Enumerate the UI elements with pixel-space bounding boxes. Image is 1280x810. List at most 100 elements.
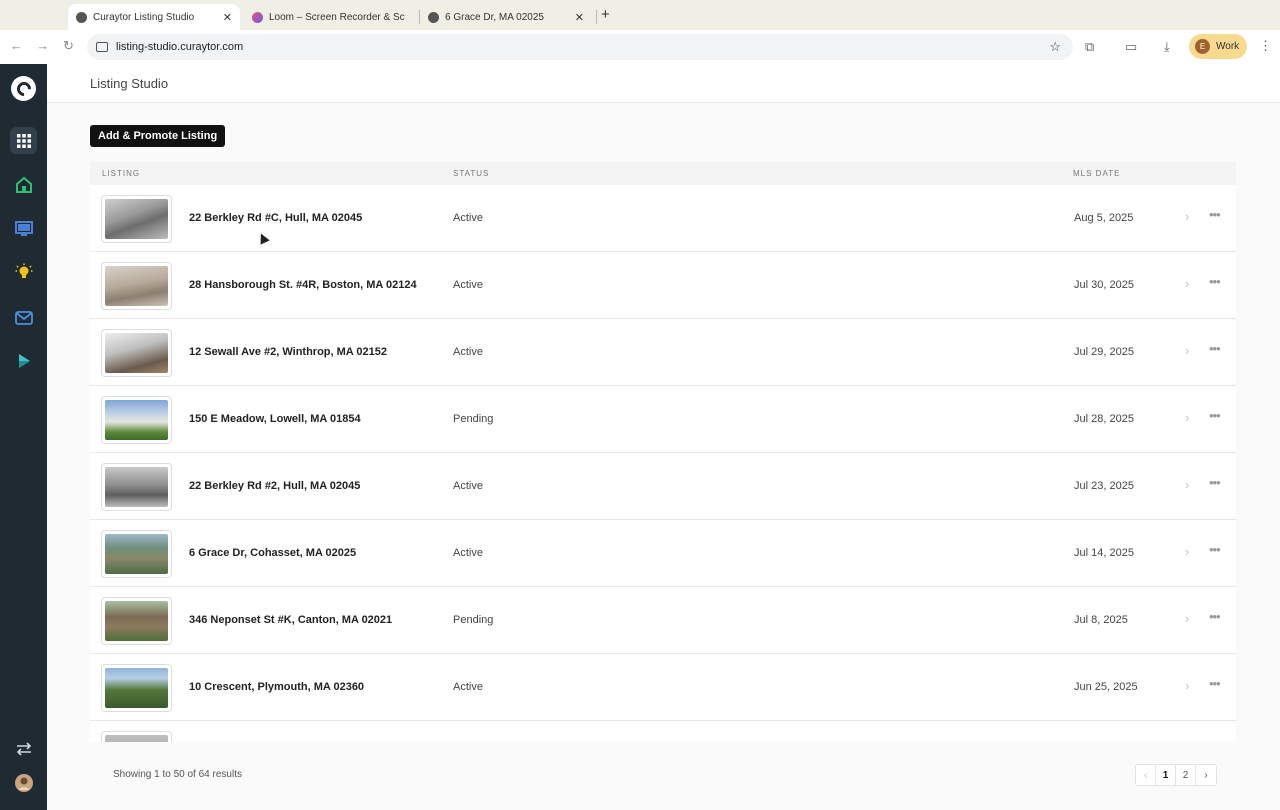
listing-mls-date: Jul 14, 2025 [1074, 547, 1134, 559]
new-tab-button[interactable]: + [601, 6, 610, 23]
listing-thumbnail[interactable] [101, 463, 172, 511]
listing-mls-date: Aug 5, 2025 [1074, 212, 1134, 224]
url-text[interactable]: listing-studio.curaytor.com [116, 41, 243, 53]
listing-status: Pending [453, 413, 494, 425]
tab-title: Curaytor Listing Studio [93, 11, 195, 23]
listing-address[interactable]: 22 Berkley Rd #C, Hull, MA 02045 [189, 212, 362, 224]
column-header-mls-date[interactable]: MLS DATE [1073, 169, 1120, 178]
tab-divider [596, 10, 597, 24]
reload-icon[interactable]: ↻ [63, 38, 74, 54]
table-row[interactable]: 12 Sewall Ave #2, Winthrop, MA 02152 Act… [90, 319, 1236, 386]
curaytor-logo[interactable] [11, 76, 36, 101]
more-options-icon[interactable]: ••• [1209, 341, 1221, 356]
listing-mls-date: Jul 23, 2025 [1074, 480, 1134, 492]
listing-thumbnail[interactable] [101, 329, 172, 377]
back-icon[interactable]: ← [10, 38, 23, 53]
chevron-right-icon[interactable]: › [1185, 209, 1189, 224]
close-icon[interactable]: ✕ [223, 11, 232, 24]
site-settings-icon[interactable] [96, 42, 108, 52]
page-1-button[interactable]: 1 [1156, 765, 1176, 785]
extensions-icon[interactable]: ⧉ [1085, 39, 1094, 55]
listing-mls-date: Jul 8, 2025 [1074, 614, 1128, 626]
browser-tab-loom[interactable]: Loom – Screen Recorder & Sc [244, 4, 416, 30]
page-2-button[interactable]: 2 [1176, 765, 1196, 785]
listing-mls-date: Jul 30, 2025 [1074, 279, 1134, 291]
listing-status: Active [453, 279, 483, 291]
chevron-right-icon[interactable]: › [1185, 276, 1189, 291]
listing-status: Pending [453, 614, 494, 626]
listing-thumbnail[interactable] [101, 597, 172, 645]
browser-toolbar: ← → ↻ listing-studio.curaytor.com ☆ ⧉ ▭ … [0, 30, 1280, 64]
more-options-icon[interactable]: ••• [1209, 609, 1221, 624]
home-icon[interactable] [10, 171, 37, 198]
listing-thumbnail[interactable] [101, 664, 172, 712]
address-bar[interactable]: listing-studio.curaytor.com ☆ [87, 34, 1073, 60]
listing-address[interactable]: 12 Sewall Ave #2, Winthrop, MA 02152 [189, 346, 387, 358]
add-promote-listing-button[interactable]: Add & Promote Listing [90, 125, 226, 147]
listing-address[interactable]: 28 Hansborough St. #4R, Boston, MA 02124 [189, 279, 417, 291]
chevron-right-icon[interactable]: › [1185, 611, 1189, 626]
listing-thumbnail[interactable] [101, 195, 172, 243]
listing-address[interactable]: 10 Crescent, Plymouth, MA 02360 [189, 681, 364, 693]
play-icon[interactable] [10, 347, 37, 374]
column-header-status[interactable]: STATUS [453, 169, 489, 178]
listing-thumbnail[interactable] [101, 262, 172, 310]
more-options-icon[interactable]: ••• [1209, 274, 1221, 289]
table-row[interactable]: 28 Hansborough St. #4R, Boston, MA 02124… [90, 252, 1236, 319]
profile-button[interactable]: E Work [1189, 34, 1247, 59]
cast-icon[interactable]: ▭ [1125, 39, 1137, 55]
page-header: Listing Studio [47, 64, 1280, 103]
more-options-icon[interactable]: ••• [1209, 408, 1221, 423]
monitor-icon[interactable] [10, 215, 37, 242]
listing-photo [105, 467, 168, 507]
table-row[interactable]: 6 Grace Dr, Cohasset, MA 02025 Active Ju… [90, 520, 1236, 587]
listing-address[interactable]: 22 Berkley Rd #2, Hull, MA 02045 [189, 480, 360, 492]
more-options-icon[interactable]: ••• [1209, 475, 1221, 490]
listing-thumbnail[interactable] [101, 731, 172, 742]
listing-status: Active [453, 212, 483, 224]
table-header: LISTING STATUS MLS DATE [90, 162, 1236, 185]
grid-icon[interactable] [10, 127, 37, 154]
listing-thumbnail[interactable] [101, 530, 172, 578]
close-icon[interactable]: ✕ [575, 11, 584, 24]
table-row[interactable] [90, 721, 1236, 742]
user-avatar-icon[interactable] [10, 769, 37, 796]
table-row[interactable]: 346 Neponset St #K, Canton, MA 02021 Pen… [90, 587, 1236, 654]
lightbulb-icon[interactable] [10, 258, 37, 285]
listing-status: Active [453, 480, 483, 492]
listing-photo [105, 266, 168, 306]
download-icon[interactable]: ⤓ [1164, 39, 1170, 55]
browser-tab-curaytor[interactable]: Curaytor Listing Studio ✕ [68, 4, 240, 30]
listing-mls-date: Jul 29, 2025 [1074, 346, 1134, 358]
chevron-right-icon[interactable]: › [1185, 678, 1189, 693]
prev-page-icon[interactable]: ‹ [1136, 765, 1156, 785]
bookmark-star-icon[interactable]: ☆ [1049, 39, 1061, 55]
tab-title: 6 Grace Dr, MA 02025 [445, 11, 544, 23]
listing-status: Active [453, 346, 483, 358]
forward-icon[interactable]: → [36, 38, 49, 53]
chevron-right-icon[interactable]: › [1185, 544, 1189, 559]
table-row[interactable]: 10 Crescent, Plymouth, MA 02360 Active J… [90, 654, 1236, 721]
chevron-right-icon[interactable]: › [1185, 477, 1189, 492]
page-title: Listing Studio [90, 76, 169, 91]
listing-address[interactable]: 6 Grace Dr, Cohasset, MA 02025 [189, 547, 356, 559]
more-options-icon[interactable]: ••• [1209, 542, 1221, 557]
mail-icon[interactable] [10, 304, 37, 331]
listing-address[interactable]: 346 Neponset St #K, Canton, MA 02021 [189, 614, 392, 626]
next-page-icon[interactable]: › [1196, 765, 1216, 785]
chevron-right-icon[interactable]: › [1185, 410, 1189, 425]
browser-menu-icon[interactable]: ⋮ [1259, 38, 1272, 54]
listings-table: LISTING STATUS MLS DATE 22 Berkley Rd #C… [90, 162, 1236, 742]
browser-tab-grace-dr[interactable]: 6 Grace Dr, MA 02025 ✕ [420, 4, 592, 30]
table-row[interactable]: 22 Berkley Rd #2, Hull, MA 02045 Active … [90, 453, 1236, 520]
profile-avatar: E [1195, 39, 1210, 54]
more-options-icon[interactable]: ••• [1209, 676, 1221, 691]
swap-icon[interactable] [10, 735, 37, 762]
chevron-right-icon[interactable]: › [1185, 343, 1189, 358]
table-row[interactable]: 150 E Meadow, Lowell, MA 01854 Pending J… [90, 386, 1236, 453]
column-header-listing[interactable]: LISTING [102, 169, 140, 178]
listing-photo [105, 735, 168, 742]
listing-address[interactable]: 150 E Meadow, Lowell, MA 01854 [189, 413, 361, 425]
more-options-icon[interactable]: ••• [1209, 207, 1221, 222]
listing-thumbnail[interactable] [101, 396, 172, 444]
